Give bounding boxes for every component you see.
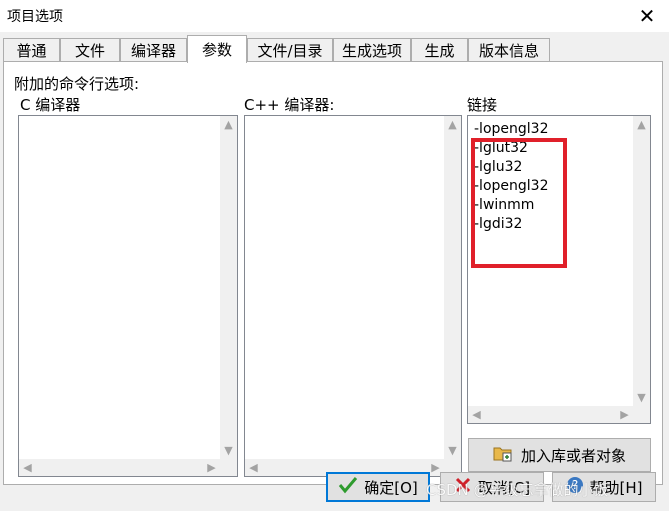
parameters-panel: 附加的命令行选项: C 编译器 C++ 编译器: 链接 ▲ ▼ ◀ ▶ ▲ ▼ … — [3, 61, 663, 485]
tab-strip: 普通 文件 编译器 参数 文件/目录 生成选项 生成 版本信息 — [3, 35, 663, 63]
ok-label: 确定[O] — [364, 478, 418, 497]
tab-files[interactable]: 文件 — [60, 38, 120, 61]
scroll-down-icon[interactable]: ▼ — [220, 442, 237, 459]
close-button[interactable]: ✕ — [625, 0, 669, 32]
c-compiler-label: C 编译器 — [20, 96, 81, 114]
c-horizontal-scrollbar[interactable]: ◀ ▶ — [19, 459, 220, 476]
scroll-corner — [220, 459, 237, 476]
title-bar: 项目选项 ✕ — [0, 0, 669, 33]
tab-parameters[interactable]: 参数 — [187, 35, 247, 63]
extra-options-heading: 附加的命令行选项: — [14, 75, 140, 93]
scroll-right-icon[interactable]: ▶ — [203, 459, 220, 476]
linker-item: -lopengl32 — [474, 121, 549, 137]
window-title: 项目选项 — [7, 9, 63, 25]
tab-compiler[interactable]: 编译器 — [120, 38, 187, 61]
scroll-corner — [633, 406, 650, 423]
cpp-compiler-label: C++ 编译器: — [244, 96, 335, 114]
scroll-down-icon[interactable]: ▼ — [444, 442, 461, 459]
scroll-down-icon[interactable]: ▼ — [633, 389, 650, 406]
scroll-left-icon[interactable]: ◀ — [245, 459, 262, 476]
scroll-up-icon[interactable]: ▲ — [220, 116, 237, 133]
close-icon: ✕ — [638, 4, 656, 28]
watermark: CSDN @平级忘拿做的小饭 — [426, 481, 609, 499]
linker-vertical-scrollbar[interactable]: ▲ ▼ — [633, 116, 650, 406]
ok-button[interactable]: 确定[O] — [326, 472, 430, 502]
scroll-up-icon[interactable]: ▲ — [444, 116, 461, 133]
tab-version-info[interactable]: 版本信息 — [468, 38, 550, 61]
add-library-label: 加入库或者对象 — [520, 446, 626, 465]
add-library-button[interactable]: 加入库或者对象 — [468, 438, 651, 472]
checkmark-icon — [338, 476, 358, 498]
scroll-right-icon[interactable]: ▶ — [616, 406, 633, 423]
c-vertical-scrollbar[interactable]: ▲ ▼ — [220, 116, 237, 459]
cpp-vertical-scrollbar[interactable]: ▲ ▼ — [444, 116, 461, 459]
tab-build-options[interactable]: 生成选项 — [333, 38, 411, 61]
tab-build[interactable]: 生成 — [411, 38, 468, 61]
scroll-left-icon[interactable]: ◀ — [19, 459, 36, 476]
dialog-client: 普通 文件 编译器 参数 文件/目录 生成选项 生成 版本信息 附加的命令行选项… — [0, 32, 669, 511]
cpp-compiler-textbox[interactable]: ▲ ▼ ◀ ▶ — [244, 115, 462, 477]
tab-general[interactable]: 普通 — [3, 38, 60, 61]
c-compiler-textbox[interactable]: ▲ ▼ ◀ ▶ — [18, 115, 238, 477]
scroll-up-icon[interactable]: ▲ — [633, 116, 650, 133]
tab-directories[interactable]: 文件/目录 — [247, 38, 333, 61]
linker-label: 链接 — [467, 96, 498, 114]
linker-horizontal-scrollbar[interactable]: ◀ ▶ — [468, 406, 633, 423]
folder-add-icon — [493, 444, 513, 466]
scroll-left-icon[interactable]: ◀ — [468, 406, 485, 423]
red-highlight-box — [471, 138, 567, 268]
